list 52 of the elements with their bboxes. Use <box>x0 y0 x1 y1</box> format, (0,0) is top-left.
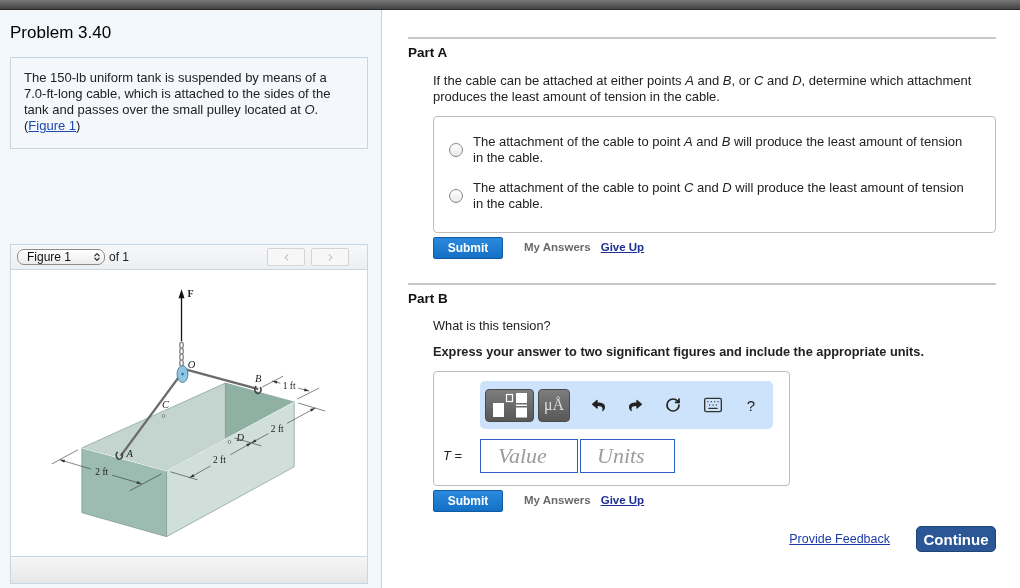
figure-link[interactable]: Figure 1 <box>28 118 77 133</box>
radio-button[interactable] <box>449 189 463 203</box>
instruction-text: Express your answer to two significant figures and include the appropriate units. <box>433 344 925 360</box>
value-input[interactable]: Value <box>480 439 578 473</box>
problem-statement: The 150-lb uniform tank is suspended by means of a 7.0-ft-long cable, which is attached to the sides of the tank and passes over the small pulley located at O. (Figure 1) <box>24 70 332 134</box>
help-button[interactable]: ? <box>745 388 757 422</box>
hook <box>115 451 124 461</box>
point-label: D <box>236 431 245 443</box>
templates-button[interactable] <box>485 388 534 422</box>
point-marker <box>161 414 166 418</box>
part-title: Part B <box>408 291 449 307</box>
units-button[interactable]: μÅ <box>538 388 570 422</box>
dimension-label: 2 ft <box>212 454 226 465</box>
force-arrow <box>178 289 185 342</box>
point-label: A <box>126 447 133 459</box>
question-text: What is this tension? <box>433 318 552 334</box>
point-label: B <box>255 373 262 385</box>
undo-icon <box>591 398 605 412</box>
option-text[interactable]: The attachment of the cable to point A and B will produce the least amount of tension in the cable. <box>473 134 969 166</box>
provide-feedback-link[interactable]: Provide Feedback <box>789 529 890 549</box>
continue-button[interactable]: Continue <box>916 526 996 552</box>
dimension-label: 2 ft <box>95 466 109 477</box>
redo-icon <box>628 398 642 412</box>
answer-label: T = <box>442 447 464 466</box>
dimension-label: 2 ft <box>270 423 284 434</box>
dimension-label: 1 ft <box>282 381 296 392</box>
dimension-line <box>262 375 320 400</box>
give-up-link[interactable]: Give Up <box>600 492 645 510</box>
point-label: C <box>162 399 170 410</box>
my-answers-link[interactable]: My Answers <box>524 239 591 257</box>
radio-button[interactable] <box>449 143 463 157</box>
part-title: Part A <box>408 45 449 61</box>
hook <box>254 385 262 395</box>
force-label: F <box>187 288 194 300</box>
option-text[interactable]: The attachment of the cable to point C and D will produce the least amount of tension in the cable. <box>473 180 969 212</box>
my-answers-link[interactable]: My Answers <box>524 492 591 510</box>
pulley <box>176 365 189 383</box>
question-text: If the cable can be attached at either points A and B, or C and D, determine which attachment produces the least amount of tension in the cable. <box>433 73 973 105</box>
keyboard-icon <box>703 395 723 415</box>
figure-count: of 1 <box>109 249 129 266</box>
reset-icon <box>665 397 681 413</box>
figure-select[interactable]: Figure 1 <box>17 249 105 265</box>
problem-title: Problem 3.40 <box>10 23 113 43</box>
submit-button[interactable]: Submit <box>433 490 503 512</box>
point-label: O <box>187 359 196 371</box>
give-up-link[interactable]: Give Up <box>600 239 645 257</box>
templates-icon <box>491 392 528 418</box>
submit-button[interactable]: Submit <box>433 237 503 259</box>
point-marker <box>227 440 232 444</box>
updown-arrows-icon <box>92 252 102 262</box>
chain <box>179 341 184 367</box>
units-input[interactable]: Units <box>580 439 675 473</box>
